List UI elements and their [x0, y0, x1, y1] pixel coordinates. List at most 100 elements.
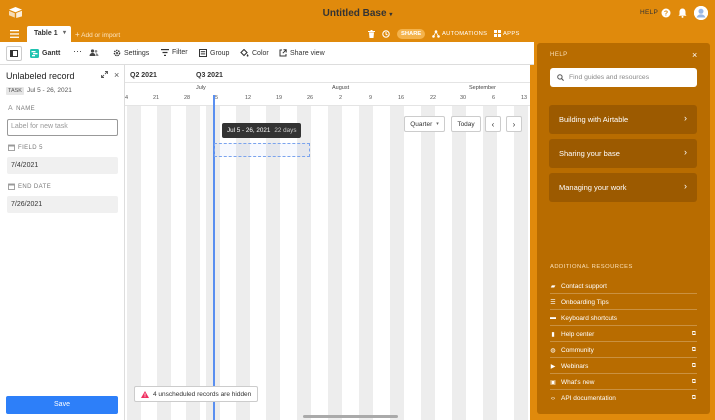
- chevron-down-icon[interactable]: ▾: [63, 29, 66, 36]
- save-button[interactable]: Save: [6, 396, 118, 414]
- video-icon: ▶: [550, 363, 556, 370]
- help-card-sharing[interactable]: Sharing your base ›: [549, 139, 697, 168]
- resource-contact-support[interactable]: ▰ Contact support: [550, 279, 697, 294]
- chevron-down-icon: ▾: [389, 12, 393, 18]
- table-tab-active[interactable]: Table 1 ▾: [27, 26, 71, 42]
- close-icon[interactable]: ×: [692, 50, 697, 60]
- filter-button[interactable]: Filter: [161, 49, 188, 56]
- plus-icon: +: [75, 30, 80, 39]
- month-label: September: [469, 85, 496, 91]
- day-label: 5: [215, 95, 219, 101]
- day-label: 22: [430, 95, 437, 101]
- history-icon[interactable]: [382, 30, 390, 38]
- resource-community[interactable]: ◍ Community ⧉: [550, 343, 697, 358]
- resource-keyboard-shortcuts[interactable]: ▬ Keyboard shortcuts: [550, 311, 697, 326]
- field-label-end-date: END DATE: [8, 183, 51, 190]
- today-button[interactable]: Today: [451, 116, 481, 132]
- gear-icon: [113, 49, 121, 57]
- resource-label: Webinars: [561, 362, 589, 370]
- paint-bucket-icon: [240, 49, 249, 57]
- apps-button[interactable]: APPS: [494, 30, 520, 37]
- toggle-sidebar-button[interactable]: [6, 46, 22, 61]
- share-view-button[interactable]: Share view: [279, 49, 325, 57]
- base-title[interactable]: Untitled Base ▾: [323, 8, 393, 19]
- airtable-logo-icon[interactable]: [9, 7, 22, 18]
- help-card-label: Building with Airtable: [559, 115, 629, 124]
- help-card-managing[interactable]: Managing your work ›: [549, 173, 697, 202]
- apps-label: APPS: [503, 30, 520, 37]
- share-external-icon: [279, 49, 287, 57]
- weekend-column: [359, 106, 373, 420]
- horizontal-scrollbar[interactable]: [303, 415, 398, 418]
- view-name: Gantt: [42, 50, 61, 57]
- color-button[interactable]: Color: [240, 49, 269, 57]
- help-card-building[interactable]: Building with Airtable ›: [549, 105, 697, 134]
- unscheduled-records-button[interactable]: 4 unscheduled records are hidden: [134, 386, 259, 402]
- resource-label: Keyboard shortcuts: [561, 314, 618, 322]
- day-label: 12: [245, 95, 252, 101]
- bell-icon[interactable]: [678, 8, 687, 18]
- resource-label: Contact support: [561, 282, 607, 290]
- share-view-label: Share view: [290, 49, 325, 57]
- resources-heading: ADDITIONAL RESOURCES: [550, 264, 633, 270]
- more-options-icon[interactable]: ···: [73, 46, 82, 56]
- field-label-text: NAME: [16, 105, 36, 112]
- close-icon[interactable]: ×: [114, 71, 119, 80]
- add-or-import-button[interactable]: + Add or import: [75, 30, 120, 39]
- end-date-input[interactable]: 7/26/2021: [7, 196, 118, 213]
- share-button[interactable]: SHARE: [397, 29, 426, 39]
- timeline-divider: [125, 82, 530, 83]
- chevron-right-icon: ›: [684, 113, 687, 123]
- view-switcher[interactable]: Gantt: [30, 49, 60, 58]
- resource-webinars[interactable]: ▶ Webinars ⧉: [550, 359, 697, 374]
- chat-icon: ▰: [550, 283, 556, 290]
- trash-icon[interactable]: [368, 30, 375, 38]
- help-search-input[interactable]: Find guides and resources: [550, 68, 697, 87]
- gantt-view-icon: [30, 49, 39, 58]
- zoom-level-label: Quarter: [410, 120, 433, 128]
- next-arrow-icon[interactable]: ›: [506, 116, 522, 132]
- previous-arrow-icon[interactable]: ‹: [485, 116, 501, 132]
- chevron-down-icon: ▾: [436, 121, 439, 127]
- zoom-level-select[interactable]: Quarter ▾: [404, 116, 445, 132]
- tooltip-dates: Jul 5 - 26, 2021: [227, 127, 271, 134]
- field-label-text: FIELD 5: [18, 144, 43, 151]
- date-range-tooltip: Jul 5 - 26, 2021 22 days: [222, 123, 302, 138]
- record-title: Unlabeled record: [6, 71, 75, 81]
- color-label: Color: [252, 49, 269, 57]
- help-circle-icon[interactable]: ?: [661, 8, 671, 18]
- expand-icon[interactable]: [101, 71, 108, 78]
- day-label: 28: [184, 95, 191, 101]
- group-icon: [199, 49, 207, 57]
- help-card-label: Sharing your base: [559, 149, 620, 158]
- field5-date-input[interactable]: 7/4/2021: [7, 157, 118, 174]
- resource-label: Onboarding Tips: [561, 298, 609, 306]
- keyboard-icon: ▬: [550, 315, 556, 321]
- resource-help-center[interactable]: ▮ Help center ⧉: [550, 327, 697, 342]
- hamburger-menu-icon[interactable]: [10, 30, 19, 38]
- resource-onboarding-tips[interactable]: ☰ Onboarding Tips: [550, 295, 697, 310]
- field-label-text: END DATE: [18, 183, 52, 190]
- table-tab-label: Table 1: [34, 30, 58, 37]
- resource-label: Help center: [561, 330, 595, 338]
- resource-whats-new[interactable]: ▣ What's new ⧉: [550, 375, 697, 390]
- automations-icon: [432, 30, 440, 38]
- filter-icon: [161, 49, 169, 56]
- external-link-icon: ⧉: [691, 362, 696, 369]
- automations-button[interactable]: AUTOMATIONS: [432, 30, 487, 38]
- help-search-placeholder: Find guides and resources: [569, 74, 650, 81]
- help-link[interactable]: HELP: [640, 9, 658, 16]
- quarter-label: Q3 2021: [196, 72, 223, 79]
- day-label: 9: [369, 95, 373, 101]
- task-bar-placeholder[interactable]: [214, 143, 310, 157]
- avatar[interactable]: [694, 6, 708, 20]
- base-title-text: Untitled Base: [322, 8, 387, 19]
- resource-api-documentation[interactable]: ‹› API documentation ⧉: [550, 391, 697, 406]
- settings-button[interactable]: Settings: [113, 49, 149, 57]
- name-input[interactable]: Label for new task: [7, 119, 118, 136]
- weekend-column: [127, 106, 141, 420]
- group-button[interactable]: Group: [199, 49, 229, 57]
- calendar-icon: [8, 144, 15, 151]
- collaborators-icon[interactable]: [89, 49, 99, 56]
- sidebar-icon: [10, 50, 18, 57]
